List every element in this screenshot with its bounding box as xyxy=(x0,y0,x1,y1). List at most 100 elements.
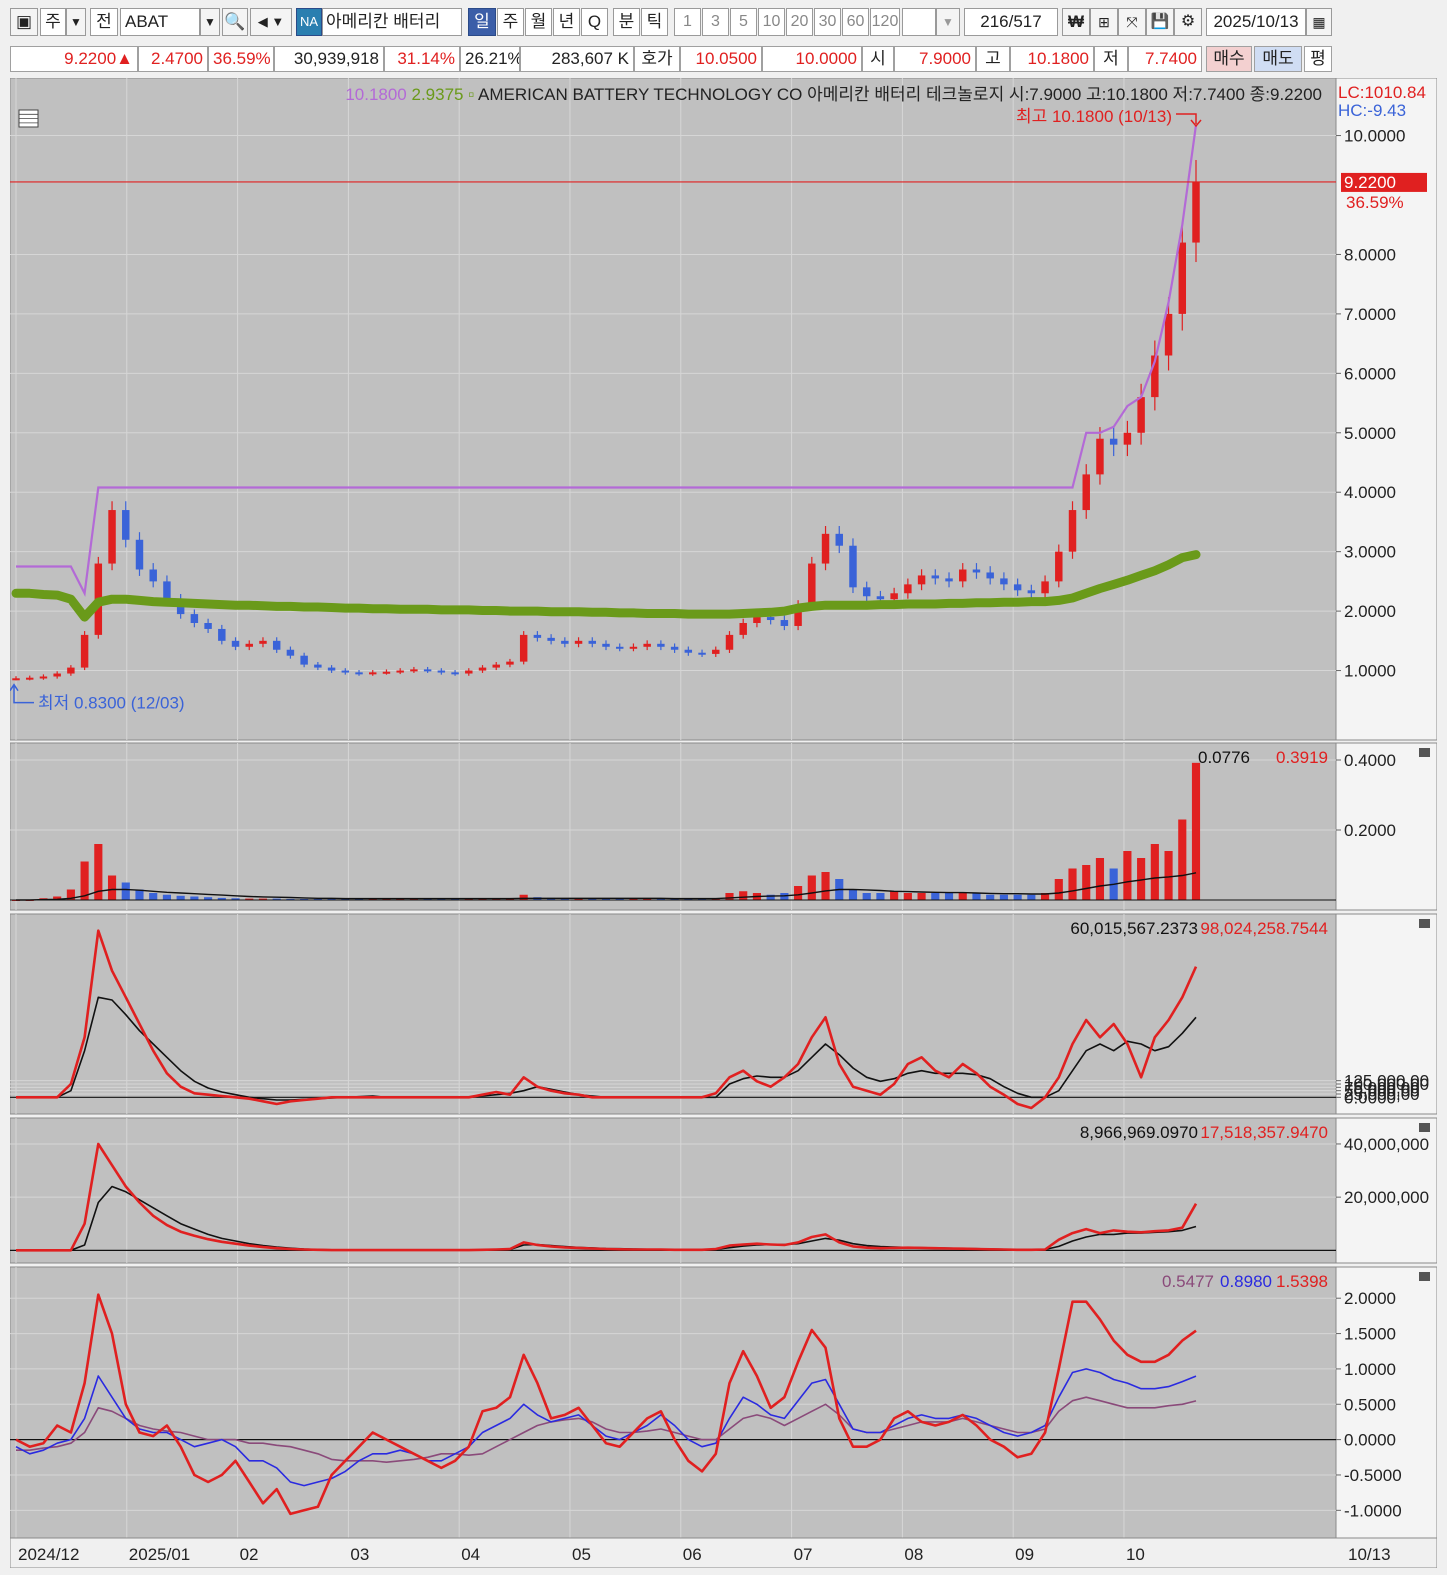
buy-button[interactable]: 매수 xyxy=(1206,46,1252,72)
candle-body xyxy=(821,533,830,564)
period-week-button[interactable]: 주 xyxy=(497,8,524,36)
candle-body xyxy=(300,655,308,665)
custom-interval-input[interactable] xyxy=(902,8,936,36)
candle-body xyxy=(149,569,157,582)
low-label: 저 xyxy=(1094,46,1128,72)
volume-bar xyxy=(519,894,528,900)
speaker-icon[interactable]: ◀ ▼ xyxy=(250,8,292,36)
period-month-button[interactable]: 월 xyxy=(525,8,552,36)
interval-1-button[interactable]: 1 xyxy=(674,8,701,36)
volume-bar xyxy=(848,889,858,900)
x-tick-label: 03 xyxy=(350,1545,369,1564)
stock-chart[interactable]: 1.0000 2.0000 3.0000 4.0000 5.0000 6.0000 7.00… xyxy=(10,78,1437,1568)
candle-body xyxy=(684,649,693,653)
candle-body xyxy=(670,646,679,650)
candle-body xyxy=(904,584,912,594)
rate-2: 26.21% xyxy=(460,46,520,72)
market-dropdown-icon[interactable]: ▼ xyxy=(66,8,86,36)
period-day-button[interactable]: 일 xyxy=(468,8,496,36)
calendar-icon[interactable]: ▦ xyxy=(1306,8,1332,36)
candle-body xyxy=(1027,590,1036,594)
interval-20-button[interactable]: 20 xyxy=(786,8,813,36)
candle-body xyxy=(204,623,212,629)
candle-body xyxy=(862,587,871,597)
candle-body xyxy=(753,617,761,623)
y-tick-label: 0.0000 xyxy=(1344,1431,1396,1450)
x-tick-label: 10 xyxy=(1126,1545,1145,1564)
y-tick-label: 0.2000 xyxy=(1344,821,1396,840)
stock-name-field[interactable]: 아메리칸 배터리 xyxy=(322,8,462,36)
x-tick-label: 06 xyxy=(683,1545,702,1564)
candle-body xyxy=(945,578,953,582)
y-tick-label: 3.0000 xyxy=(1344,543,1396,562)
low-annotation: 최저 0.8300 (12/03) xyxy=(38,694,185,713)
candle-body xyxy=(286,649,295,656)
candle-body xyxy=(492,664,500,668)
candle-body xyxy=(533,634,542,638)
period-q-button[interactable]: Q xyxy=(581,8,608,36)
prev-button[interactable]: 전 xyxy=(90,8,118,36)
candle-body xyxy=(1000,578,1008,585)
window-menu-icon[interactable]: ▣ xyxy=(10,8,38,36)
legend-value-2: 0.3919 xyxy=(1276,748,1328,767)
volume-bar xyxy=(121,882,130,900)
high-price: 10.1800 xyxy=(1010,46,1094,72)
open-label: 시 xyxy=(862,46,894,72)
candle-body xyxy=(766,617,775,621)
ticker-input[interactable]: ABAT xyxy=(120,8,200,36)
market-select[interactable]: 주 xyxy=(40,8,66,36)
candle-body xyxy=(1178,242,1187,314)
candle-body xyxy=(876,596,885,600)
period-minute-button[interactable]: 분 xyxy=(613,8,640,36)
interval-30-button[interactable]: 30 xyxy=(814,8,841,36)
candle-body xyxy=(1055,551,1063,582)
interval-10-button[interactable]: 10 xyxy=(758,8,785,36)
period-year-button[interactable]: 년 xyxy=(553,8,580,36)
sell-button[interactable]: 매도 xyxy=(1254,46,1302,72)
candle-body xyxy=(53,673,61,677)
volume-bar xyxy=(739,891,748,900)
panel-close-icon[interactable] xyxy=(1419,748,1430,757)
candle-body xyxy=(231,640,240,647)
interval-dropdown-icon[interactable]: ▼ xyxy=(936,8,960,36)
interval-60-button[interactable]: 60 xyxy=(842,8,869,36)
candle-body xyxy=(1068,510,1077,552)
candle-body xyxy=(423,669,432,672)
interval-5-button[interactable]: 5 xyxy=(730,8,757,36)
candle-body xyxy=(163,581,171,600)
interval-120-button[interactable]: 120 xyxy=(870,8,900,36)
save-icon[interactable]: 💾 xyxy=(1146,8,1174,36)
candle-body xyxy=(1041,581,1049,594)
data-count-field[interactable]: 216/517 xyxy=(964,8,1058,36)
candle-body xyxy=(39,676,48,679)
candle-body xyxy=(574,640,583,644)
volume-bar xyxy=(794,886,803,900)
volume-bar xyxy=(725,893,734,900)
x-axis-strip xyxy=(10,1537,1437,1568)
volume: 30,939,918 xyxy=(274,46,384,72)
search-icon[interactable]: 🔍 xyxy=(222,8,248,36)
candle-body xyxy=(725,634,734,650)
gear-icon[interactable]: ⚙ xyxy=(1174,8,1202,36)
y-tick-label: -0.5000 xyxy=(1344,1466,1402,1485)
period-tick-button[interactable]: 틱 xyxy=(641,8,668,36)
currency-icon[interactable]: ₩ xyxy=(1062,8,1090,36)
interval-3-button[interactable]: 3 xyxy=(702,8,729,36)
candle-body xyxy=(972,569,981,573)
panel-close-icon[interactable] xyxy=(1419,919,1430,928)
panel-close-icon[interactable] xyxy=(1419,1272,1430,1281)
candle-body xyxy=(25,677,34,680)
open-price: 7.9000 xyxy=(894,46,976,72)
date-input[interactable]: 2025/10/13 xyxy=(1206,8,1306,36)
evaluate-button[interactable]: 평 xyxy=(1304,46,1332,72)
bid-price: 10.0500 xyxy=(680,46,762,72)
candle-body xyxy=(1137,397,1145,433)
x-tick-label: 10/13 xyxy=(1348,1545,1391,1564)
grid-tool-icon[interactable]: ⊞ xyxy=(1090,8,1118,36)
candle-body xyxy=(341,670,350,673)
panel-close-icon[interactable] xyxy=(1419,1123,1430,1132)
draw-tool-icon[interactable]: ⤧ xyxy=(1118,8,1146,36)
candle-body xyxy=(135,539,144,570)
legend-value-2: 17,518,357.9470 xyxy=(1200,1123,1328,1142)
ticker-dropdown-icon[interactable]: ▼ xyxy=(200,8,220,36)
